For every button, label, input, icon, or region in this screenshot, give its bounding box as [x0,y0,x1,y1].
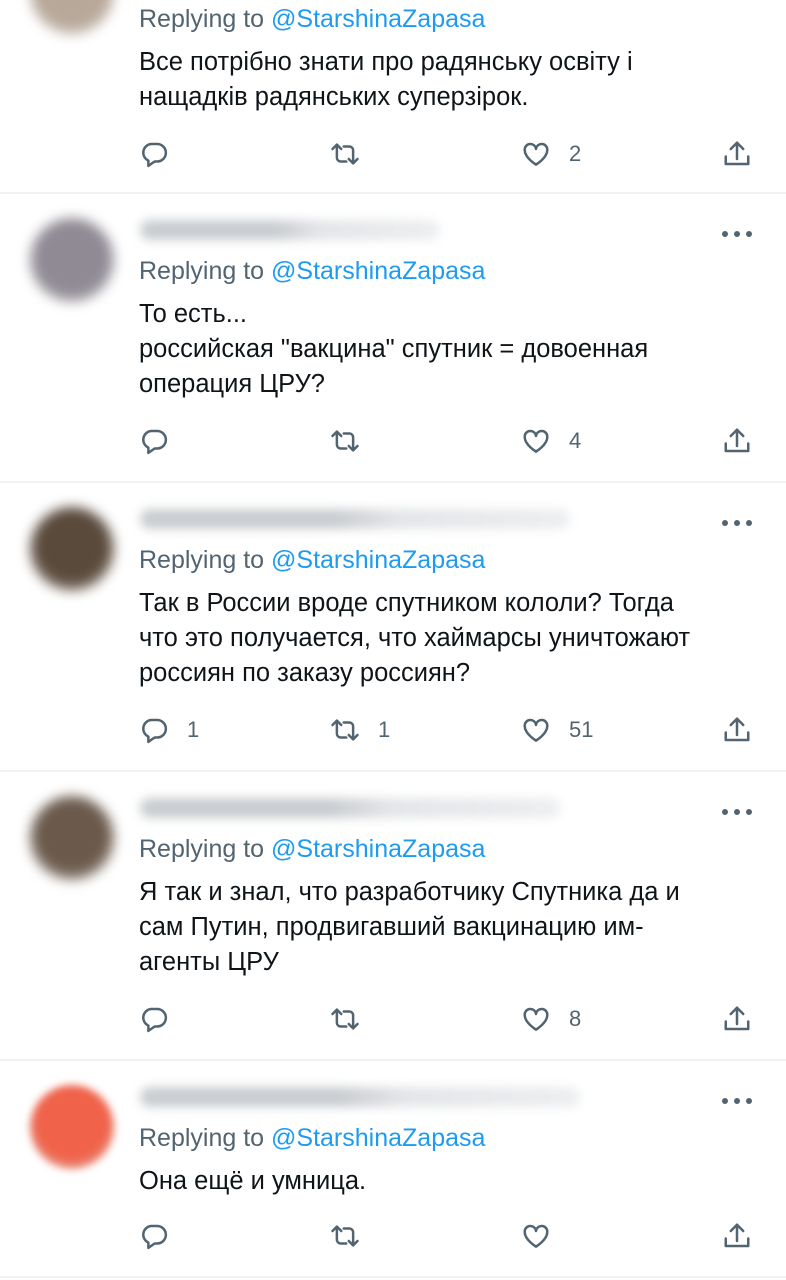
reply-icon [139,715,169,745]
reply-icon [139,139,169,169]
tweet-4[interactable]: Replying to @StarshinaZapasa Я так и зна… [0,772,786,1059]
retweet-icon [330,1221,360,1251]
tweet-1[interactable]: Replying to @StarshinaZapasa Все потрібн… [0,0,786,192]
like-button[interactable]: 2 [521,139,581,169]
tweet-5[interactable]: Replying to @StarshinaZapasa Она ещё и у… [0,1061,786,1276]
like-count: 8 [569,1006,582,1031]
retweet-icon [330,426,360,456]
retweet-button[interactable] [330,426,378,456]
replying-to-label: Replying to [139,257,265,285]
like-count: 2 [569,141,582,166]
share-button[interactable] [722,1004,752,1034]
reply-button[interactable] [139,1004,187,1034]
avatar[interactable] [30,796,114,880]
like-icon [521,715,551,745]
divider [0,1276,786,1278]
reply-handle-link[interactable]: @StarshinaZapasa [271,1124,485,1152]
more-options-icon[interactable] [722,519,752,527]
tweet-3[interactable]: Replying to @StarshinaZapasa Так в Росси… [0,483,786,770]
reply-button[interactable] [139,1221,187,1251]
replying-to-label: Replying to [139,5,265,33]
blurred-author-name[interactable] [140,509,570,529]
blurred-author-name[interactable] [140,1087,580,1107]
retweet-count: 1 [378,717,391,742]
share-icon [722,426,752,456]
reply-handle-link[interactable]: @StarshinaZapasa [271,5,485,33]
replying-to-label: Replying to [139,1124,265,1152]
replying-to: Replying to @StarshinaZapasa [139,835,485,864]
reply-button[interactable] [139,139,187,169]
tweet-text: Я так и знал, что разработчику Спутника … [139,878,680,976]
replying-to-label: Replying to [139,835,265,863]
like-count: 4 [569,428,582,453]
blurred-author-name[interactable] [140,220,440,240]
retweet-button[interactable] [330,1221,378,1251]
like-button[interactable] [521,1221,569,1251]
avatar[interactable] [30,507,114,591]
like-button[interactable]: 8 [521,1004,581,1034]
more-options-icon[interactable] [722,1097,752,1105]
like-count: 51 [569,717,594,742]
reply-icon [139,1221,169,1251]
retweet-icon [330,139,360,169]
tweet-2[interactable]: Replying to @StarshinaZapasa То есть... … [0,194,786,481]
reply-handle-link[interactable]: @StarshinaZapasa [271,546,485,574]
like-icon [521,426,551,456]
tweet-text: Все потрібно знати про радянську освіту … [139,48,633,111]
like-button[interactable]: 51 [521,715,593,745]
reply-button[interactable]: 1 [139,715,199,745]
retweet-button[interactable] [330,139,378,169]
reply-icon [139,426,169,456]
replying-to: Replying to @StarshinaZapasa [139,1124,485,1153]
replying-to-label: Replying to [139,546,265,574]
replying-to: Replying to @StarshinaZapasa [139,257,485,286]
like-icon [521,1004,551,1034]
share-icon [722,1004,752,1034]
share-icon [722,139,752,169]
avatar[interactable] [30,0,114,34]
retweet-button[interactable] [330,1004,378,1034]
retweet-button[interactable]: 1 [330,715,390,745]
reply-button[interactable] [139,426,187,456]
avatar[interactable] [30,218,114,302]
reply-count: 1 [187,717,200,742]
share-button[interactable] [722,1221,752,1251]
like-button[interactable]: 4 [521,426,581,456]
more-options-icon[interactable] [722,808,752,816]
tweet-text: Так в России вроде спутником кололи? Тог… [139,589,691,687]
replying-to: Replying to @StarshinaZapasa [139,546,485,575]
blurred-author-name[interactable] [140,798,560,818]
tweet-text: Она ещё и умница. [139,1167,367,1195]
share-button[interactable] [722,139,752,169]
reply-icon [139,1004,169,1034]
replying-to: Replying to @StarshinaZapasa [139,5,485,34]
reply-handle-link[interactable]: @StarshinaZapasa [271,257,485,285]
retweet-icon [330,715,360,745]
like-icon [521,139,551,169]
retweet-icon [330,1004,360,1034]
share-icon [722,715,752,745]
share-button[interactable] [722,426,752,456]
tweet-text: То есть... российская "вакцина" спутник … [139,300,649,398]
share-button[interactable] [722,715,752,745]
share-icon [722,1221,752,1251]
like-icon [521,1221,551,1251]
avatar[interactable] [30,1085,114,1169]
reply-handle-link[interactable]: @StarshinaZapasa [271,835,485,863]
more-options-icon[interactable] [722,230,752,238]
